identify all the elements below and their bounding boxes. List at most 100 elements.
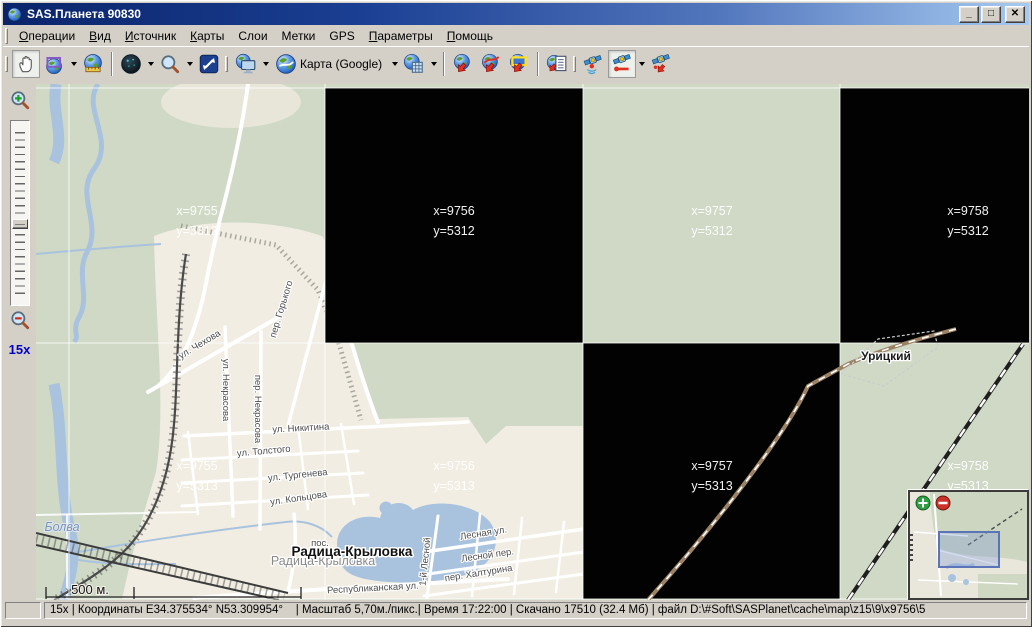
tile-label: y=5312 — [947, 224, 988, 238]
menu-item-help[interactable]: Помощь — [440, 27, 500, 45]
toolbar-grip-2[interactable] — [225, 56, 228, 72]
menu-item-gps[interactable]: GPS — [322, 27, 361, 45]
zoom-tool-dropdown[interactable] — [184, 50, 195, 78]
close-button[interactable]: ✕ — [1005, 6, 1025, 23]
map-canvas: 500 м. ул. Чехова пер. Горького ул. Некр… — [36, 84, 1029, 600]
toolbar-separator — [443, 52, 445, 76]
village-label: Урицкий — [861, 349, 911, 363]
minimap-resize-grip[interactable] — [910, 534, 913, 562]
toolbar: Карта (Google) — [3, 46, 1029, 80]
zoom-out-button[interactable] — [8, 308, 32, 332]
zoom-in-button[interactable] — [8, 88, 32, 112]
street-label: ул. Некрасова — [220, 359, 231, 422]
selection-button[interactable] — [40, 50, 68, 78]
tile-label: y=5313 — [176, 479, 217, 493]
toolbar-grip-3[interactable] — [573, 56, 576, 72]
menu-item-layers[interactable]: Слои — [231, 27, 274, 45]
statusbar: 15x | Координаты E34.375534° N53.309954°… — [3, 600, 1029, 621]
chevron-down-icon — [639, 62, 645, 69]
tile-label: x=9756 — [433, 204, 474, 218]
map-type-button[interactable]: Карта (Google) — [271, 50, 389, 78]
gps-track-button[interactable] — [608, 50, 636, 78]
maximize-button[interactable]: □ — [981, 6, 1001, 23]
menu-item-view[interactable]: Вид — [82, 27, 118, 45]
gps-goto-button[interactable] — [647, 50, 675, 78]
tile-label: x=9757 — [691, 204, 732, 218]
tile-label: x=9758 — [947, 204, 988, 218]
fullscreen-icon — [198, 53, 220, 75]
zoom-sidebar: 15x — [3, 80, 36, 600]
gps-connect-button[interactable] — [580, 50, 608, 78]
menubar: Операции Вид Источник Карты Слои Метки G… — [3, 25, 1029, 46]
night-globe-dropdown[interactable] — [145, 50, 156, 78]
status-cell-left — [5, 602, 41, 619]
zoom-tool-button[interactable] — [156, 50, 184, 78]
globe-layers-icon — [403, 53, 425, 75]
map-type-dropdown[interactable] — [389, 50, 400, 78]
selection-rect-icon — [43, 53, 65, 75]
tile-label: y=5313 — [691, 479, 732, 493]
tile-label: y=5312 — [691, 224, 732, 238]
globe-monitor-icon — [235, 53, 257, 75]
menu-item-source[interactable]: Источник — [118, 27, 183, 45]
layers-button[interactable] — [400, 50, 428, 78]
dark-globe-icon — [120, 53, 142, 75]
zoom-level-label: 15x — [3, 342, 36, 357]
pan-button[interactable] — [12, 50, 40, 78]
chevron-down-icon — [392, 62, 398, 69]
map-source-dropdown[interactable] — [260, 50, 271, 78]
app-globe-icon — [7, 7, 22, 22]
download-list-icon — [546, 53, 568, 75]
zoom-out-icon — [9, 309, 31, 331]
fullscreen-button[interactable] — [195, 50, 223, 78]
street-label: пер. Некрасова — [252, 375, 263, 444]
menu-item-options[interactable]: Параметры — [362, 27, 440, 45]
tile-label: y=5312 — [176, 224, 217, 238]
download-polygon-icon — [508, 53, 530, 75]
minimap-zoom-out-button[interactable] — [935, 495, 951, 511]
gps-track-dropdown[interactable] — [636, 50, 647, 78]
map-viewport[interactable]: 500 м. ул. Чехова пер. Горького ул. Некр… — [36, 84, 1029, 600]
minimize-button[interactable]: _ — [959, 6, 979, 23]
menu-item-marks[interactable]: Метки — [275, 27, 323, 45]
night-globe-button[interactable] — [117, 50, 145, 78]
minimap-zoom-in-button[interactable] — [915, 495, 931, 511]
download-area-button[interactable] — [449, 50, 477, 78]
tile-label: y=5313 — [433, 479, 474, 493]
chevron-down-icon — [71, 62, 77, 69]
map-source-button[interactable] — [232, 50, 260, 78]
download-area-icon — [452, 53, 474, 75]
download-manager-button[interactable] — [543, 50, 571, 78]
hand-icon — [15, 53, 37, 75]
download-polygon-button[interactable] — [505, 50, 533, 78]
zoom-slider[interactable] — [10, 120, 30, 306]
zoom-in-icon — [9, 89, 31, 111]
download-polyline-button[interactable] — [477, 50, 505, 78]
zoom-slider-thumb[interactable] — [12, 219, 28, 229]
minimap-viewport-rect[interactable] — [938, 531, 1000, 568]
tile-label: x=9755 — [176, 204, 217, 218]
globe-ruler-icon — [82, 53, 104, 75]
layers-dropdown[interactable] — [428, 50, 439, 78]
status-text: 15x | Координаты E34.375534° N53.309954°… — [44, 602, 1027, 619]
measure-button[interactable] — [79, 50, 107, 78]
zoom-slider-ticks — [15, 126, 25, 300]
chevron-down-icon — [431, 62, 437, 69]
chevron-down-icon — [263, 62, 269, 69]
gps-goto-icon — [650, 53, 672, 75]
tile-label: x=9756 — [433, 459, 474, 473]
tile-label: y=5312 — [433, 224, 474, 238]
map-type-globe-icon — [275, 53, 297, 75]
gps-connect-icon — [583, 53, 605, 75]
menubar-grip[interactable] — [5, 28, 8, 44]
magnifier-icon — [159, 53, 181, 75]
menu-item-operations[interactable]: Операции — [12, 27, 82, 45]
toolbar-grip-1[interactable] — [5, 56, 8, 72]
menu-item-maps[interactable]: Карты — [183, 27, 231, 45]
selection-dropdown[interactable] — [68, 50, 79, 78]
titlebar[interactable]: SAS.Планета 90830 _ □ ✕ — [3, 3, 1029, 25]
river-label: Болва — [44, 520, 79, 534]
minimap[interactable] — [908, 490, 1029, 600]
missing-tile — [840, 88, 1029, 343]
toolbar-separator — [537, 52, 539, 76]
